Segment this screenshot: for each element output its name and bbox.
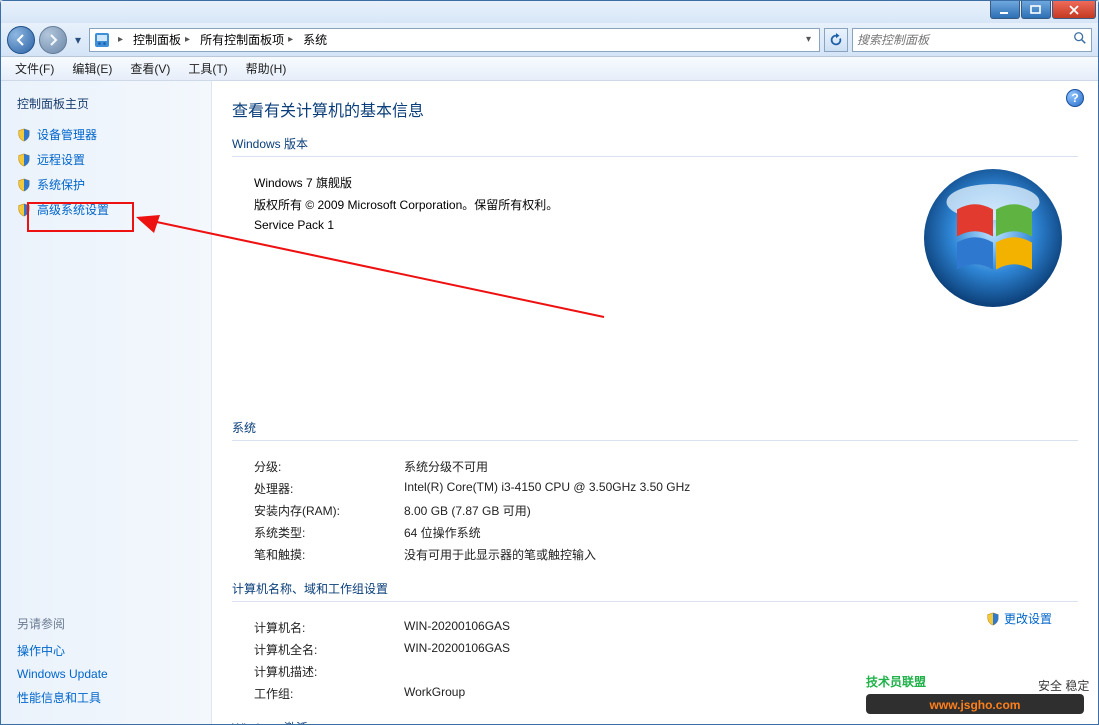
shield-icon xyxy=(17,203,31,217)
page-title: 查看有关计算机的基本信息 xyxy=(232,97,1078,121)
shield-icon xyxy=(17,128,31,142)
kv-key: 分级: xyxy=(254,458,404,475)
menu-help[interactable]: 帮助(H) xyxy=(238,57,295,80)
shield-icon xyxy=(17,178,31,192)
crumb-all-items[interactable]: 所有控制面板项▸ xyxy=(198,29,295,50)
close-button[interactable] xyxy=(1052,1,1096,19)
crumb-system[interactable]: 系统 xyxy=(301,29,329,50)
search-input[interactable] xyxy=(857,33,1073,47)
window-body: 控制面板主页 设备管理器 远程设置 系统保护 高级系统设置 另请参阅 操作中心 … xyxy=(1,81,1098,724)
sidebar-item-label: 远程设置 xyxy=(37,151,85,168)
section-system: 系统 分级:系统分级不可用处理器:Intel(R) Core(TM) i3-41… xyxy=(232,419,1078,574)
sidebar-item-system-protection[interactable]: 系统保护 xyxy=(17,172,201,197)
seealso-windows-update[interactable]: Windows Update xyxy=(17,663,197,685)
windows-logo-icon xyxy=(918,163,1068,313)
crumb-root[interactable]: ▸ xyxy=(116,32,125,47)
kv-row: 笔和触摸:没有可用于此显示器的笔或触控输入 xyxy=(254,546,1078,563)
kv-key: 系统类型: xyxy=(254,524,404,541)
menu-bar: 文件(F) 编辑(E) 查看(V) 工具(T) 帮助(H) xyxy=(1,57,1098,81)
sidebar: 控制面板主页 设备管理器 远程设置 系统保护 高级系统设置 另请参阅 操作中心 … xyxy=(1,81,211,724)
menu-edit[interactable]: 编辑(E) xyxy=(64,57,120,80)
menu-file[interactable]: 文件(F) xyxy=(7,57,62,80)
kv-key: 计算机全名: xyxy=(254,641,404,658)
seealso-action-center[interactable]: 操作中心 xyxy=(17,638,197,663)
minimize-button[interactable] xyxy=(990,1,1020,19)
divider xyxy=(232,156,1078,157)
kv-value: 没有可用于此显示器的笔或触控输入 xyxy=(404,546,596,563)
kv-row: 安装内存(RAM):8.00 GB (7.87 GB 可用) xyxy=(254,502,1078,519)
kv-value: WIN-20200106GAS xyxy=(404,619,510,636)
sidebar-item-label: 设备管理器 xyxy=(37,126,97,143)
see-also-section: 另请参阅 操作中心 Windows Update 性能信息和工具 xyxy=(17,615,197,710)
sidebar-item-label: 系统保护 xyxy=(37,176,85,193)
search-box[interactable] xyxy=(852,28,1092,52)
address-bar[interactable]: ▸ 控制面板▸ 所有控制面板项▸ 系统 ▾ xyxy=(89,28,820,52)
refresh-button[interactable] xyxy=(824,28,848,52)
section-title: 系统 xyxy=(232,419,1078,436)
content-pane: ? 查看有关计算机的基本信息 Windows 版本 xyxy=(211,81,1098,724)
titlebar xyxy=(1,1,1098,23)
forward-button[interactable] xyxy=(39,26,67,54)
kv-key: 安装内存(RAM): xyxy=(254,502,404,519)
kv-row: 计算机全名:WIN-20200106GAS xyxy=(254,641,1078,658)
navigation-bar: ▾ ▸ 控制面板▸ 所有控制面板项▸ 系统 ▾ xyxy=(1,23,1098,57)
kv-value: Intel(R) Core(TM) i3-4150 CPU @ 3.50GHz … xyxy=(404,480,690,497)
kv-key: 工作组: xyxy=(254,685,404,702)
kv-row: 工作组:WorkGroup xyxy=(254,685,1078,702)
kv-value: 8.00 GB (7.87 GB 可用) xyxy=(404,502,531,519)
nav-history-dropdown[interactable]: ▾ xyxy=(71,30,85,50)
search-icon xyxy=(1073,31,1087,48)
sidebar-item-advanced-system-settings[interactable]: 高级系统设置 xyxy=(17,197,201,222)
kv-row: 系统类型:64 位操作系统 xyxy=(254,524,1078,541)
section-computer-name: 计算机名称、域和工作组设置 更改设置 计算机名:WIN-20200106GAS计… xyxy=(232,580,1078,713)
address-dropdown[interactable]: ▾ xyxy=(802,34,815,45)
kv-key: 处理器: xyxy=(254,480,404,497)
see-also-title: 另请参阅 xyxy=(17,615,197,632)
kv-row: 处理器:Intel(R) Core(TM) i3-4150 CPU @ 3.50… xyxy=(254,480,1078,497)
sidebar-item-device-manager[interactable]: 设备管理器 xyxy=(17,122,201,147)
help-icon[interactable]: ? xyxy=(1066,89,1084,107)
menu-view[interactable]: 查看(V) xyxy=(122,57,178,80)
system-properties-window: ▾ ▸ 控制面板▸ 所有控制面板项▸ 系统 ▾ 文件(F) 编辑(E) 查看(V… xyxy=(0,0,1099,725)
kv-row: 计算机名:WIN-20200106GAS xyxy=(254,619,1078,636)
sidebar-item-label: 高级系统设置 xyxy=(37,201,109,218)
section-windows-edition: Windows 版本 xyxy=(232,135,1078,413)
section-activation: Windows 激活 Windows 已激活 产品 ID: 00426-OEM-… xyxy=(232,719,1078,724)
change-settings-link[interactable]: 更改设置 xyxy=(986,610,1052,627)
divider xyxy=(232,440,1078,441)
control-panel-home-link[interactable]: 控制面板主页 xyxy=(17,95,201,112)
divider xyxy=(232,601,1078,602)
kv-key: 计算机描述: xyxy=(254,663,404,680)
section-title: Windows 激活 xyxy=(232,719,1078,724)
control-panel-icon xyxy=(94,32,110,48)
section-title: 计算机名称、域和工作组设置 xyxy=(232,580,1078,597)
menu-tools[interactable]: 工具(T) xyxy=(180,57,235,80)
kv-value: WorkGroup xyxy=(404,685,465,702)
crumb-control-panel[interactable]: 控制面板▸ xyxy=(131,29,192,50)
kv-value: 64 位操作系统 xyxy=(404,524,481,541)
kv-key: 计算机名: xyxy=(254,619,404,636)
section-title: Windows 版本 xyxy=(232,135,1078,152)
rating-link[interactable]: 系统分级不可用 xyxy=(404,458,488,475)
kv-key: 笔和触摸: xyxy=(254,546,404,563)
shield-icon xyxy=(986,612,1000,626)
maximize-button[interactable] xyxy=(1021,1,1051,19)
seealso-performance-info[interactable]: 性能信息和工具 xyxy=(17,685,197,710)
sidebar-item-remote-settings[interactable]: 远程设置 xyxy=(17,147,201,172)
kv-value: WIN-20200106GAS xyxy=(404,641,510,658)
back-button[interactable] xyxy=(7,26,35,54)
kv-row: 分级:系统分级不可用 xyxy=(254,458,1078,475)
shield-icon xyxy=(17,153,31,167)
kv-row: 计算机描述: xyxy=(254,663,1078,680)
